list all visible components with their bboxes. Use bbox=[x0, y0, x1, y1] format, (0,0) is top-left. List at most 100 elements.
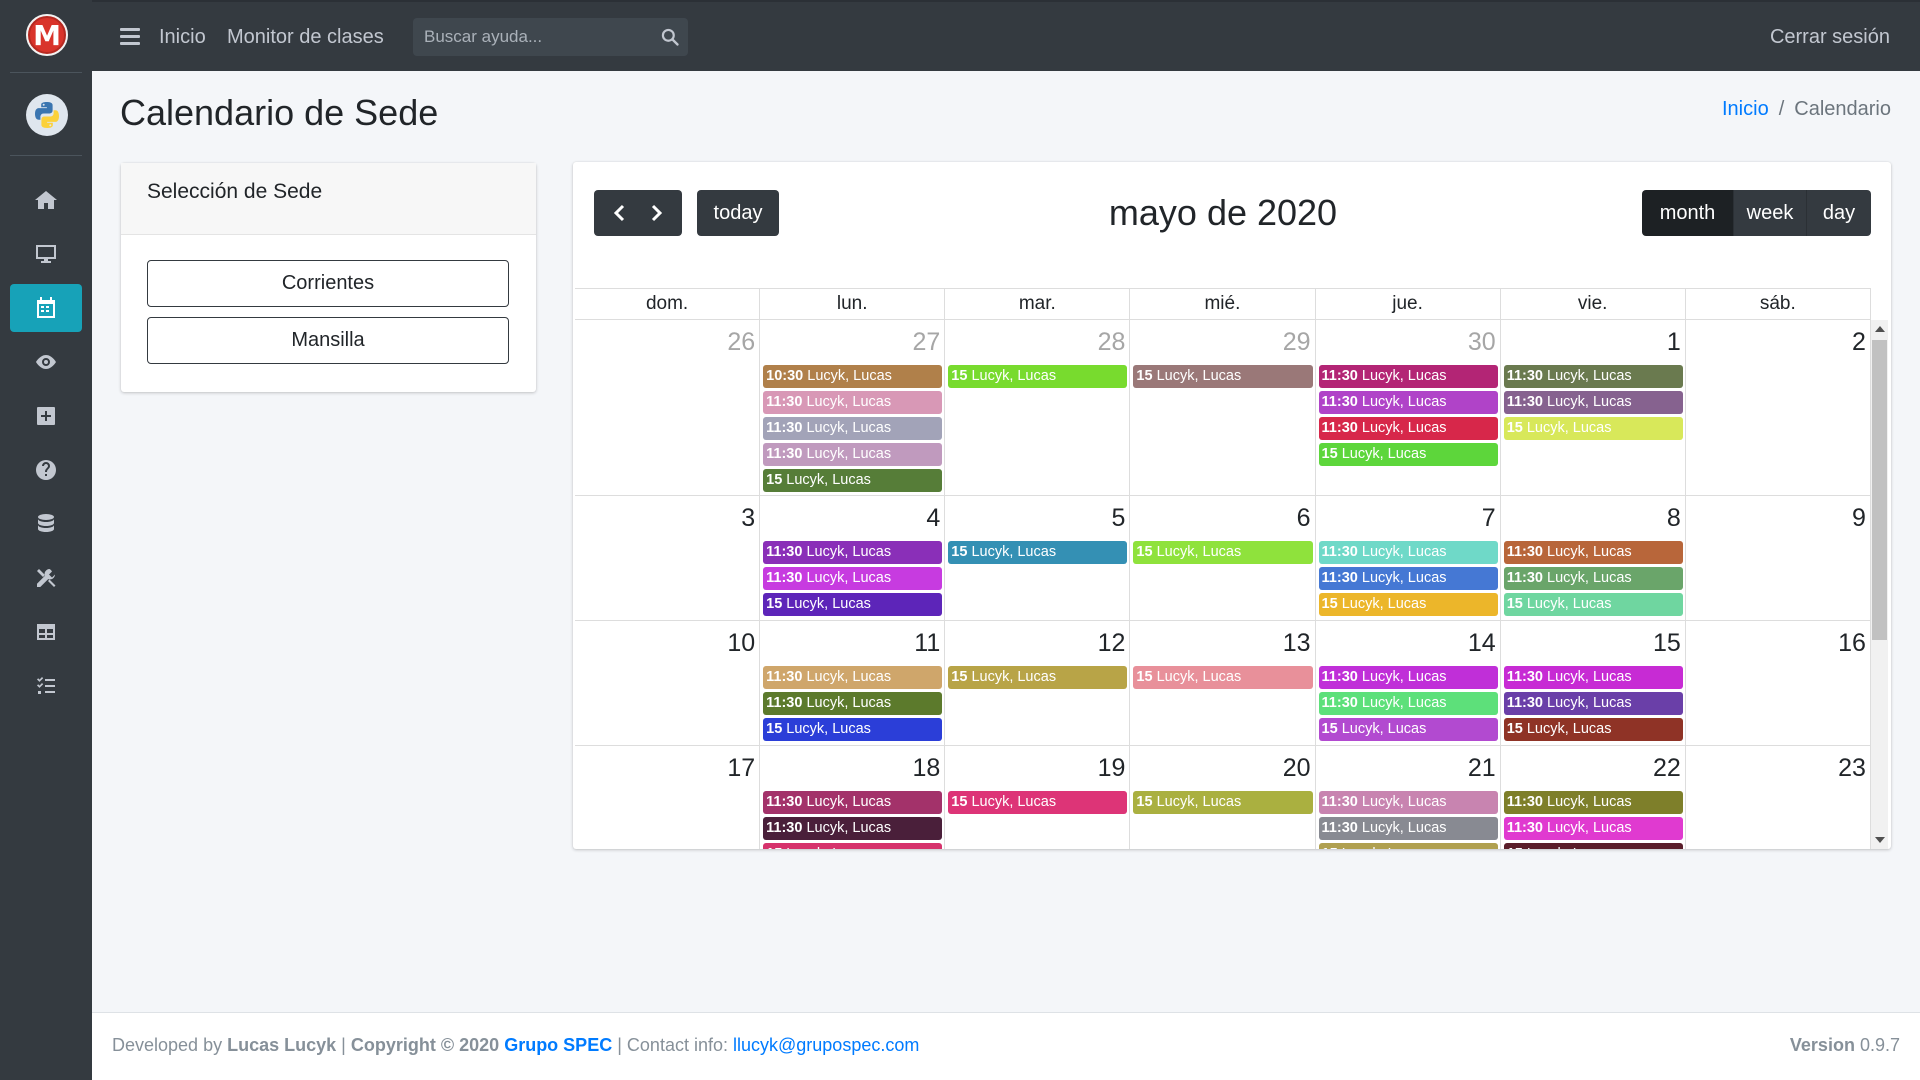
calendar-event[interactable]: 11:30 Lucyk, Lucas bbox=[763, 791, 943, 814]
day-number[interactable]: 19 bbox=[1098, 754, 1126, 783]
calendar-day-cell[interactable]: 7 11:30 Lucyk, Lucas 11:30 Lucyk, Lucas 15 … bbox=[1316, 496, 1501, 620]
calendar-event[interactable]: 11:30 Lucyk, Lucas bbox=[1503, 391, 1683, 414]
day-number[interactable]: 14 bbox=[1468, 629, 1496, 658]
calendar-day-cell[interactable]: 4 11:30 Lucyk, Lucas 11:30 Lucyk, Lucas 15 … bbox=[760, 496, 946, 620]
sidebar-item-table[interactable] bbox=[10, 608, 82, 656]
sidebar-item-view[interactable] bbox=[10, 338, 82, 386]
calendar-event[interactable]: 11:30 Lucyk, Lucas bbox=[763, 417, 943, 440]
calendar-event[interactable]: 11:30 Lucyk, Lucas bbox=[1318, 692, 1498, 715]
calendar-day-cell[interactable]: 29 15 Lucyk, Lucas bbox=[1130, 320, 1316, 495]
calendar-day-cell[interactable]: 13 15 Lucyk, Lucas bbox=[1130, 621, 1316, 745]
calendar-day-cell[interactable]: 27 10:30 Lucyk, Lucas 11:30 Lucyk, Lucas 11… bbox=[760, 320, 946, 495]
calendar-day-cell[interactable]: 23 bbox=[1686, 746, 1871, 849]
calendar-event[interactable]: 15 Lucyk, Lucas bbox=[1503, 593, 1683, 616]
day-number[interactable]: 12 bbox=[1098, 629, 1126, 658]
day-number[interactable]: 23 bbox=[1838, 754, 1866, 783]
calendar-day-cell[interactable]: 2111:30 Lucyk, Lucas11:30 Lucyk, Lucas15… bbox=[1316, 746, 1501, 849]
day-number[interactable]: 8 bbox=[1667, 504, 1681, 533]
calendar-event[interactable]: 11:30 Lucyk, Lucas bbox=[1318, 391, 1498, 414]
calendar-event[interactable]: 15 Lucyk, Lucas bbox=[763, 593, 943, 616]
scroll-up-arrow-icon[interactable] bbox=[1875, 326, 1885, 332]
search-input[interactable] bbox=[413, 18, 653, 56]
calendar-day-cell[interactable]: 5 15 Lucyk, Lucas bbox=[945, 496, 1131, 620]
calendar-event[interactable]: 15 Lucyk, Lucas bbox=[1133, 541, 1313, 564]
calendar-day-cell[interactable]: 11 11:30 Lucyk, Lucas 11:30 Lucyk, Lucas 15… bbox=[760, 621, 946, 745]
calendar-day-cell[interactable]: 10 bbox=[575, 621, 761, 745]
calendar-event[interactable]: 11:30 Lucyk, Lucas bbox=[1503, 791, 1683, 814]
calendar-day-cell[interactable]: 12 15 Lucyk, Lucas bbox=[945, 621, 1131, 745]
calendar-event[interactable]: 15 Lucyk, Lucas bbox=[1318, 593, 1498, 616]
day-number[interactable]: 10 bbox=[727, 629, 755, 658]
calendar-event[interactable]: 15 Lucyk, Lucas bbox=[1133, 365, 1313, 388]
day-number[interactable]: 7 bbox=[1482, 504, 1496, 533]
calendar-event[interactable]: 15 Lucyk, Lucas bbox=[948, 666, 1128, 689]
calendar-event[interactable]: 11:30 Lucyk, Lucas bbox=[763, 443, 943, 466]
calendar-day-cell[interactable]: 16 bbox=[1686, 621, 1871, 745]
calendar-event[interactable]: 11:30 Lucyk, Lucas bbox=[1318, 417, 1498, 440]
scroll-down-arrow-icon[interactable] bbox=[1875, 837, 1885, 843]
calendar-day-cell[interactable]: 3 bbox=[575, 496, 761, 620]
calendar-event[interactable]: 11:30 Lucyk, Lucas bbox=[1503, 541, 1683, 564]
view-month-button[interactable]: month bbox=[1642, 190, 1733, 236]
calendar-event[interactable]: 11:30 Lucyk, Lucas bbox=[1503, 692, 1683, 715]
day-number[interactable]: 30 bbox=[1468, 328, 1496, 357]
day-number[interactable]: 22 bbox=[1653, 754, 1681, 783]
sede-button-mansilla[interactable]: Mansilla bbox=[147, 317, 509, 364]
sidebar-item-monitor[interactable] bbox=[10, 230, 82, 278]
day-number[interactable]: 27 bbox=[912, 328, 940, 357]
calendar-event[interactable]: 11:30 Lucyk, Lucas bbox=[1503, 365, 1683, 388]
day-number[interactable]: 9 bbox=[1852, 504, 1866, 533]
day-number[interactable]: 29 bbox=[1283, 328, 1311, 357]
calendar-day-cell[interactable]: 9 bbox=[1686, 496, 1871, 620]
calendar-event[interactable]: 15 Lucyk, Lucas bbox=[763, 718, 943, 741]
calendar-event[interactable]: 15 Lucyk, Lucas bbox=[948, 791, 1128, 814]
sidebar-item-tools[interactable] bbox=[10, 554, 82, 602]
calendar-event[interactable]: 15 Lucyk, Lucas bbox=[1503, 718, 1683, 741]
calendar-event[interactable]: 11:30 Lucyk, Lucas bbox=[763, 666, 943, 689]
nav-link-inicio[interactable]: Inicio bbox=[159, 26, 206, 49]
calendar-event[interactable]: 15 Lucyk, Lucas bbox=[1318, 718, 1498, 741]
calendar-event[interactable]: 11:30 Lucyk, Lucas bbox=[763, 567, 943, 590]
day-number[interactable]: 16 bbox=[1838, 629, 1866, 658]
calendar-event[interactable]: 11:30 Lucyk, Lucas bbox=[1318, 666, 1498, 689]
day-number[interactable]: 21 bbox=[1468, 754, 1496, 783]
scrollbar-thumb[interactable] bbox=[1872, 340, 1887, 640]
nav-link-monitor-clases[interactable]: Monitor de clases bbox=[227, 26, 384, 49]
calendar-event[interactable]: 11:30 Lucyk, Lucas bbox=[763, 692, 943, 715]
calendar-day-cell[interactable]: 6 15 Lucyk, Lucas bbox=[1130, 496, 1316, 620]
view-week-button[interactable]: week bbox=[1733, 190, 1806, 236]
calendar-event[interactable]: 11:30 Lucyk, Lucas bbox=[1503, 567, 1683, 590]
calendar-event[interactable]: 11:30 Lucyk, Lucas bbox=[763, 541, 943, 564]
calendar-event[interactable]: 10:30 Lucyk, Lucas bbox=[763, 365, 943, 388]
day-number[interactable]: 11 bbox=[914, 629, 940, 658]
calendar-event[interactable]: 15 Lucyk, Lucas bbox=[1503, 417, 1683, 440]
calendar-day-cell[interactable]: 1 11:30 Lucyk, Lucas 11:30 Lucyk, Lucas 15 … bbox=[1501, 320, 1686, 495]
sidebar-item-home[interactable] bbox=[10, 176, 82, 224]
logout-link[interactable]: Cerrar sesión bbox=[1770, 26, 1890, 49]
calendar-event[interactable]: 15 Lucyk, Lucas bbox=[1133, 791, 1313, 814]
calendar-event[interactable]: 11:30 Lucyk, Lucas bbox=[1318, 541, 1498, 564]
calendar-event[interactable]: 15 Lucyk, Lucas bbox=[1318, 843, 1498, 849]
menu-toggle-icon[interactable] bbox=[120, 28, 140, 46]
calendar-event[interactable]: 11:30 Lucyk, Lucas bbox=[763, 391, 943, 414]
calendar-scrollbar[interactable] bbox=[1871, 320, 1888, 849]
calendar-event[interactable]: 15 Lucyk, Lucas bbox=[763, 843, 943, 849]
calendar-event[interactable]: 11:30 Lucyk, Lucas bbox=[1318, 365, 1498, 388]
calendar-event[interactable]: 11:30 Lucyk, Lucas bbox=[763, 817, 943, 840]
calendar-day-cell[interactable]: 19 15 Lucyk, Lucas bbox=[945, 746, 1131, 849]
calendar-day-cell[interactable]: 18 11:30 Lucyk, Lucas 11:30 Lucyk, Lucas 15… bbox=[760, 746, 946, 849]
day-number[interactable]: 18 bbox=[912, 754, 940, 783]
calendar-day-cell[interactable]: 28 15 Lucyk, Lucas bbox=[945, 320, 1131, 495]
calendar-event[interactable]: 15 Lucyk, Lucas bbox=[763, 469, 943, 492]
day-number[interactable]: 26 bbox=[727, 328, 755, 357]
sidebar-item-add[interactable] bbox=[10, 392, 82, 440]
calendar-day-cell[interactable]: 30 11:30 Lucyk, Lucas 11:30 Lucyk, Lucas 11… bbox=[1316, 320, 1501, 495]
calendar-event[interactable]: 15 Lucyk, Lucas bbox=[1503, 843, 1683, 849]
calendar-event[interactable]: 15 Lucyk, Lucas bbox=[1318, 443, 1498, 466]
day-number[interactable]: 5 bbox=[1111, 504, 1125, 533]
user-avatar-python-icon[interactable] bbox=[26, 94, 68, 136]
footer-email-link[interactable]: llucyk@grupospec.com bbox=[733, 1035, 919, 1055]
calendar-event[interactable]: 11:30 Lucyk, Lucas bbox=[1503, 666, 1683, 689]
day-number[interactable]: 20 bbox=[1283, 754, 1311, 783]
day-number[interactable]: 15 bbox=[1653, 629, 1681, 658]
